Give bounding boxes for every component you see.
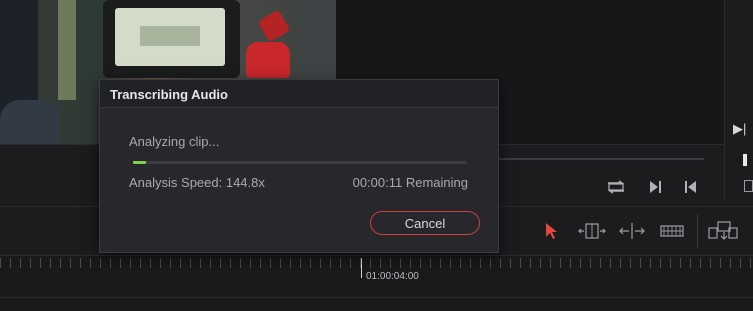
transcribing-audio-dialog: Transcribing Audio Analyzing clip... Ana…	[99, 79, 499, 253]
next-clip-icon[interactable]	[648, 180, 662, 197]
loop-icon[interactable]	[606, 180, 626, 197]
progress-bar	[133, 161, 467, 164]
previous-clip-icon[interactable]	[684, 180, 698, 197]
playhead[interactable]	[361, 258, 362, 278]
dynamic-trim-icon[interactable]	[619, 220, 645, 242]
blade-icon[interactable]	[660, 220, 684, 242]
side-marker	[743, 154, 747, 166]
video-frame-pole	[58, 0, 76, 100]
time-remaining-text: 00:00:11 Remaining	[352, 175, 468, 190]
ruler-ticks	[0, 258, 753, 268]
toolbar-separator	[697, 214, 698, 248]
video-frame-screen-detail	[140, 26, 200, 46]
ruler-timecode: 01:00:04:00	[366, 271, 419, 282]
dialog-header: Transcribing Audio	[100, 80, 498, 108]
selection-arrow-icon[interactable]	[542, 220, 560, 242]
video-frame-cable	[0, 100, 60, 144]
side-panel	[724, 0, 753, 200]
overwrite-clip-icon[interactable]	[708, 220, 738, 242]
progress-bar-fill	[133, 161, 147, 164]
video-frame-extinguisher	[246, 42, 290, 78]
scrubber-track[interactable]	[497, 158, 704, 160]
play-next-frame-icon[interactable]: ▶|	[733, 121, 746, 137]
track-divider	[0, 297, 753, 298]
safe-area-icon[interactable]	[744, 180, 753, 192]
analysis-speed-text: Analysis Speed: 144.8x	[129, 175, 265, 190]
dialog-title: Transcribing Audio	[110, 87, 228, 102]
trim-edit-icon[interactable]	[577, 220, 607, 242]
status-text: Analyzing clip...	[129, 134, 220, 149]
cancel-button[interactable]: Cancel	[370, 211, 480, 235]
